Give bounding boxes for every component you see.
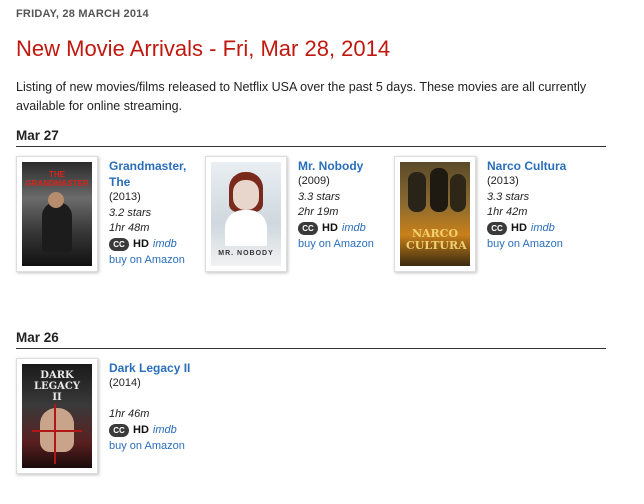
- movie-item-mr-nobody: MR. NOBODY Mr. Nobody (2009) 3.3 stars 2…: [205, 156, 395, 276]
- section-date-mar-27: Mar 27: [16, 128, 606, 147]
- movie-runtime: 1hr 48m: [109, 222, 150, 234]
- movie-rating: [109, 392, 209, 408]
- poster-title-text: NARCO CULTURA: [406, 227, 467, 252]
- hd-icon: HD: [511, 221, 527, 234]
- buy-on-amazon-link[interactable]: buy on Amazon: [109, 253, 209, 269]
- movie-year: (2009): [298, 175, 330, 187]
- movie-badges: CC HD imdb: [298, 221, 398, 237]
- imdb-link[interactable]: imdb: [153, 237, 177, 253]
- imdb-link[interactable]: imdb: [531, 221, 555, 237]
- post-title[interactable]: New Movie Arrivals - Fri, Mar 28, 2014: [16, 36, 390, 62]
- poster-title-text: THE GRANDMASTER: [25, 170, 89, 188]
- hd-icon: HD: [133, 237, 149, 250]
- movie-item-dark-legacy-ii: DARK LEGACY II Dark Legacy II (2014) 1hr…: [16, 358, 206, 478]
- post-date-header: FRIDAY, 28 MARCH 2014: [16, 8, 149, 20]
- movie-poster-grandmaster[interactable]: THE GRANDMASTER: [22, 162, 92, 266]
- movie-year: (2014): [109, 377, 141, 389]
- movie-poster-frame[interactable]: NARCO CULTURA: [394, 156, 476, 272]
- movie-poster-mr-nobody[interactable]: MR. NOBODY: [211, 162, 281, 266]
- movie-runtime: 1hr 42m: [487, 206, 528, 218]
- movie-badges: CC HD imdb: [109, 237, 209, 253]
- movie-poster-narco-cultura[interactable]: NARCO CULTURA: [400, 162, 470, 266]
- movie-poster-frame[interactable]: DARK LEGACY II: [16, 358, 98, 474]
- hd-icon: HD: [322, 221, 338, 234]
- movie-title-link[interactable]: Dark Legacy II: [109, 360, 209, 376]
- movie-rating: 3.2 stars: [109, 206, 152, 219]
- movie-year: (2013): [109, 191, 141, 203]
- movie-badges: CC HD imdb: [487, 221, 587, 237]
- closed-caption-icon: CC: [109, 424, 129, 437]
- post-intro: Listing of new movies/films released to …: [16, 80, 587, 113]
- imdb-link[interactable]: imdb: [153, 423, 177, 439]
- closed-caption-icon: CC: [109, 238, 129, 251]
- movie-rating: 3.3 stars: [487, 190, 530, 203]
- movie-runtime: 2hr 19m: [298, 206, 339, 218]
- poster-title-text: DARK LEGACY II: [33, 370, 81, 403]
- movie-item-narco-cultura: NARCO CULTURA Narco Cultura (2013) 3.3 s…: [394, 156, 584, 276]
- movie-rating: 3.3 stars: [298, 190, 341, 203]
- movie-badges: CC HD imdb: [109, 423, 209, 439]
- movie-item-grandmaster: THE GRANDMASTER Grandmaster, The (2013) …: [16, 156, 206, 276]
- movie-title-link[interactable]: Narco Cultura: [487, 158, 587, 174]
- closed-caption-icon: CC: [487, 222, 507, 235]
- buy-on-amazon-link[interactable]: buy on Amazon: [298, 237, 398, 253]
- movie-poster-dark-legacy-ii[interactable]: DARK LEGACY II: [22, 364, 92, 468]
- movie-poster-frame[interactable]: MR. NOBODY: [205, 156, 287, 272]
- closed-caption-icon: CC: [298, 222, 318, 235]
- movie-year: (2013): [487, 175, 519, 187]
- hd-icon: HD: [133, 423, 149, 436]
- buy-on-amazon-link[interactable]: buy on Amazon: [487, 237, 587, 253]
- movie-poster-frame[interactable]: THE GRANDMASTER: [16, 156, 98, 272]
- poster-title-text: MR. NOBODY: [218, 250, 274, 257]
- imdb-link[interactable]: imdb: [342, 221, 366, 237]
- movie-title-link[interactable]: Mr. Nobody: [298, 158, 398, 174]
- section-date-mar-26: Mar 26: [16, 330, 606, 349]
- movie-runtime: 1hr 46m: [109, 408, 150, 420]
- buy-on-amazon-link[interactable]: buy on Amazon: [109, 439, 209, 455]
- movie-title-link[interactable]: Grandmaster, The: [109, 158, 209, 190]
